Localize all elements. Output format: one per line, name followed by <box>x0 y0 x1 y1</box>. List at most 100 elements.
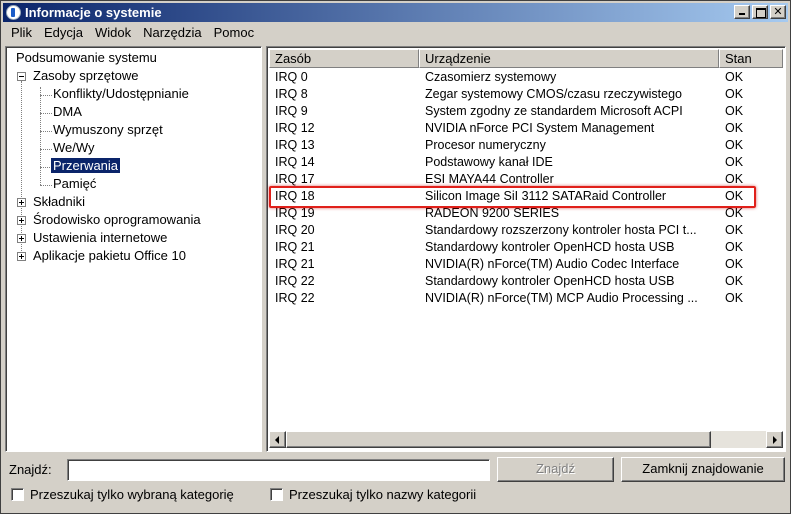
cell-device: Standardowy kontroler OpenHCD hosta USB <box>425 240 675 254</box>
find-label: Znajdź: <box>9 462 52 477</box>
table-row[interactable]: IRQ 0 Czasomierz systemowy OK <box>269 69 783 86</box>
tree-expand-icon[interactable] <box>17 234 26 243</box>
horizontal-scrollbar[interactable] <box>269 431 783 448</box>
tree-item-dma[interactable]: DMA <box>51 103 84 121</box>
title-buttons: ✕ <box>732 5 786 19</box>
table-row[interactable]: IRQ 21 Standardowy kontroler OpenHCD host… <box>269 239 783 256</box>
cell-resource: IRQ 22 <box>275 291 315 305</box>
cell-status: OK <box>725 240 744 254</box>
cell-device: Silicon Image SiI 3112 SATARaid Controll… <box>425 189 667 203</box>
cell-device: Zegar systemowy CMOS/czasu rzeczywistego <box>425 87 683 101</box>
system-info-window: Informacje o systemie ✕ Plik Edycja Wido… <box>0 0 791 514</box>
tree-expand-icon[interactable] <box>17 216 26 225</box>
menu-view[interactable]: Widok <box>89 25 137 40</box>
tree-item-irqs[interactable]: Przerwania <box>51 157 121 175</box>
scrollbar-track[interactable] <box>711 431 766 448</box>
cell-device: Czasomierz systemowy <box>425 70 557 84</box>
tree-collapse-icon[interactable] <box>17 72 26 81</box>
cell-status: OK <box>725 291 744 305</box>
cell-resource: IRQ 8 <box>275 87 308 101</box>
category-tree[interactable]: Podsumowanie systemu Zasoby sprzętowe Ko… <box>5 46 262 452</box>
find-button[interactable]: Znajdź <box>497 457 614 482</box>
tree-expand-icon[interactable] <box>17 252 26 261</box>
tree-item-software-environment[interactable]: Środowisko oprogramowania <box>31 211 203 229</box>
column-header-status[interactable]: Stan <box>719 49 783 68</box>
menu-edit[interactable]: Edycja <box>38 25 89 40</box>
minimize-button[interactable] <box>734 5 750 19</box>
close-find-button[interactable]: Zamknij znajdowanie <box>621 457 785 482</box>
cell-status: OK <box>725 257 744 271</box>
tree-item-forced-hardware[interactable]: Wymuszony sprzęt <box>51 121 165 139</box>
cell-device: Procesor numeryczny <box>425 138 546 152</box>
menu-help[interactable]: Pomoc <box>208 25 260 40</box>
cell-resource: IRQ 9 <box>275 104 308 118</box>
cell-status: OK <box>725 138 744 152</box>
search-selected-category-checkbox[interactable] <box>11 488 24 501</box>
cell-status: OK <box>725 121 744 135</box>
cell-device: RADEON 9200 SERIES <box>425 206 560 220</box>
menu-tools[interactable]: Narzędzia <box>137 25 208 40</box>
cell-device: ESI MAYA44 Controller <box>425 172 554 186</box>
cell-resource: IRQ 21 <box>275 257 315 271</box>
cell-device: Podstawowy kanał IDE <box>425 155 553 169</box>
table-row[interactable]: IRQ 8 Zegar systemowy CMOS/czasu rzeczywi… <box>269 86 783 103</box>
close-button[interactable]: ✕ <box>770 5 786 19</box>
cell-resource: IRQ 13 <box>275 138 315 152</box>
cell-status: OK <box>725 87 744 101</box>
cell-device: Standardowy rozszerzony kontroler hosta … <box>425 223 697 237</box>
table-row[interactable]: IRQ 21 NVIDIA(R) nForce(TM) Audio Codec I… <box>269 256 783 273</box>
table-row[interactable]: IRQ 19 RADEON 9200 SERIES OK <box>269 205 783 222</box>
search-category-names-checkbox[interactable] <box>270 488 283 501</box>
table-row[interactable]: IRQ 17 ESI MAYA44 Controller OK <box>269 171 783 188</box>
table-row[interactable]: IRQ 12 NVIDIA nForce PCI System Managemen… <box>269 120 783 137</box>
cell-status: OK <box>725 172 744 186</box>
list-header: Zasób Urządzenie Stan <box>269 49 783 68</box>
find-input[interactable] <box>67 459 490 481</box>
tree-item-hardware-resources[interactable]: Zasoby sprzętowe <box>31 67 141 85</box>
table-row[interactable]: IRQ 9 System zgodny ze standardem Microso… <box>269 103 783 120</box>
tree-item-conflicts[interactable]: Konflikty/Udostępnianie <box>51 85 191 103</box>
cell-resource: IRQ 22 <box>275 274 315 288</box>
tree-item-memory[interactable]: Pamięć <box>51 175 98 193</box>
scroll-right-button[interactable] <box>766 431 783 448</box>
cell-resource: IRQ 12 <box>275 121 315 135</box>
title-bar[interactable]: Informacje o systemie ✕ <box>3 3 788 22</box>
cell-status: OK <box>725 206 744 220</box>
cell-status: OK <box>725 274 744 288</box>
tree-item-summary[interactable]: Podsumowanie systemu <box>14 49 159 67</box>
cell-status: OK <box>725 70 744 84</box>
table-row[interactable]: IRQ 13 Procesor numeryczny OK <box>269 137 783 154</box>
cell-resource: IRQ 21 <box>275 240 315 254</box>
cell-resource: IRQ 14 <box>275 155 315 169</box>
cell-resource: IRQ 19 <box>275 206 315 220</box>
tree-item-io[interactable]: We/Wy <box>51 139 97 157</box>
scrollbar-thumb[interactable] <box>286 431 711 448</box>
cell-resource: IRQ 0 <box>275 70 308 84</box>
search-selected-category-option[interactable]: Przeszukaj tylko wybraną kategorię <box>11 487 234 502</box>
tree-item-components[interactable]: Składniki <box>31 193 87 211</box>
tree-item-office-apps[interactable]: Aplikacje pakietu Office 10 <box>31 247 188 265</box>
tree-connector <box>40 87 41 185</box>
cell-resource: IRQ 20 <box>275 223 315 237</box>
cell-device: NVIDIA nForce PCI System Management <box>425 121 655 135</box>
search-category-names-option[interactable]: Przeszukaj tylko nazwy kategorii <box>270 487 476 502</box>
column-header-device[interactable]: Urządzenie <box>419 49 719 68</box>
column-header-resource[interactable]: Zasób <box>269 49 419 68</box>
table-row[interactable]: IRQ 22 NVIDIA(R) nForce(TM) MCP Audio Pro… <box>269 290 783 307</box>
close-icon: ✕ <box>773 5 783 18</box>
details-list[interactable]: Zasób Urządzenie Stan IRQ 0 Czasomierz sy… <box>266 46 786 452</box>
tree-connector <box>21 81 22 257</box>
menu-bar: Plik Edycja Widok Narzędzia Pomoc <box>5 23 260 41</box>
table-row[interactable]: IRQ 22 Standardowy kontroler OpenHCD host… <box>269 273 783 290</box>
scroll-left-button[interactable] <box>269 431 286 448</box>
table-row[interactable]: IRQ 18 Silicon Image SiI 3112 SATARaid Co… <box>269 188 783 205</box>
window-title: Informacje o systemie <box>25 5 162 20</box>
maximize-button[interactable] <box>752 5 768 19</box>
table-row[interactable]: IRQ 14 Podstawowy kanał IDE OK <box>269 154 783 171</box>
search-category-names-label: Przeszukaj tylko nazwy kategorii <box>289 487 477 502</box>
list-body: IRQ 0 Czasomierz systemowy OK IRQ 8 Zegar sy… <box>269 69 783 307</box>
table-row[interactable]: IRQ 20 Standardowy rozszerzony kontroler … <box>269 222 783 239</box>
tree-item-internet-settings[interactable]: Ustawienia internetowe <box>31 229 169 247</box>
menu-file[interactable]: Plik <box>5 25 38 40</box>
tree-expand-icon[interactable] <box>17 198 26 207</box>
